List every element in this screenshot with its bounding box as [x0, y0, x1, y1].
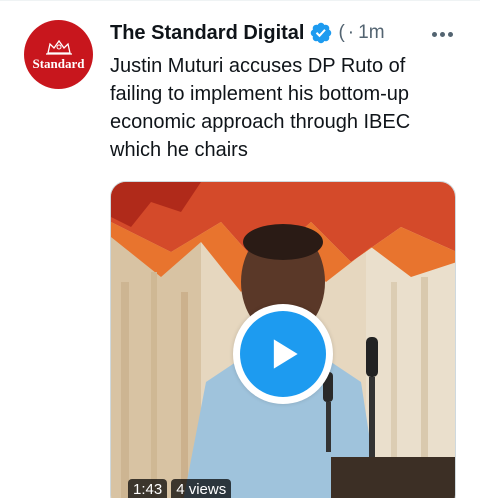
tweet-header: The Standard Digital ( · 1m [110, 18, 385, 48]
display-name[interactable]: The Standard Digital [110, 22, 304, 45]
logo-crest-icon [45, 39, 72, 55]
video-duration: 1:43 [128, 479, 168, 498]
more-button[interactable] [424, 20, 460, 48]
more-icon [431, 31, 453, 37]
separator-dot: · [347, 22, 355, 43]
play-button[interactable] [233, 304, 333, 404]
handle-fragment[interactable]: ( [338, 22, 344, 44]
verified-badge-icon [311, 22, 332, 44]
tweet-text: Justin Muturi accuses DP Ruto of failing… [110, 55, 411, 161]
timestamp[interactable]: 1m [358, 22, 384, 44]
tweet: Standard The Standard Digital ( · 1m Jus… [0, 0, 480, 498]
video-views: 4 views [171, 479, 232, 498]
play-icon [240, 311, 326, 397]
video-badges: 1:43 4 views [128, 479, 232, 498]
avatar-logo-text: Standard [32, 55, 85, 71]
avatar[interactable]: Standard [24, 20, 93, 89]
video-player[interactable]: 1:43 4 views [110, 181, 456, 498]
divider [0, 0, 480, 1]
